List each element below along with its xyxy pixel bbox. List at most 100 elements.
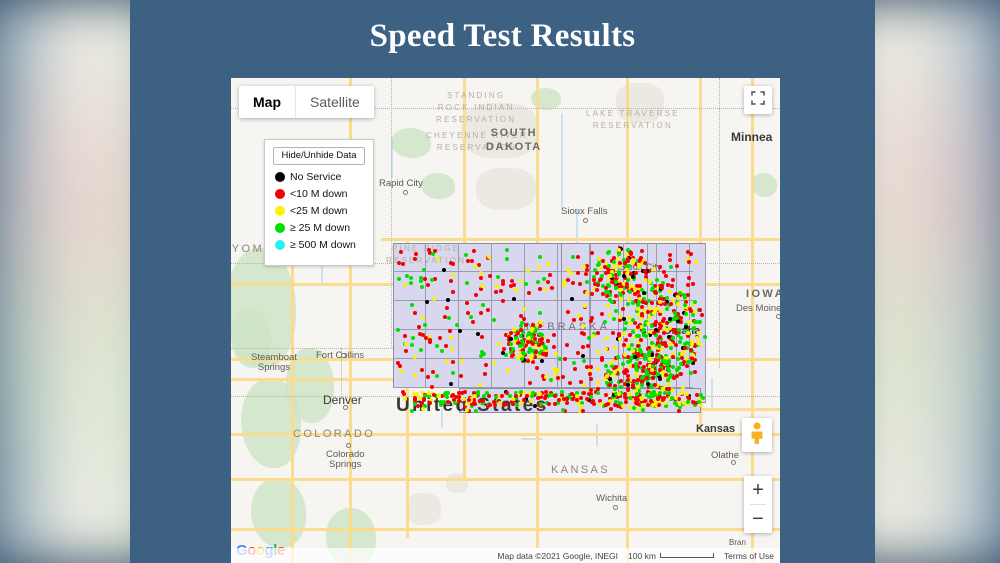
speed-test-point[interactable] — [420, 315, 425, 320]
speed-test-point[interactable] — [582, 304, 587, 309]
speed-test-point[interactable] — [594, 287, 599, 292]
speed-test-point[interactable] — [637, 258, 642, 263]
speed-test-point[interactable] — [640, 300, 645, 305]
speed-test-point[interactable] — [539, 341, 544, 346]
speed-test-point[interactable] — [685, 293, 690, 298]
speed-test-point[interactable] — [667, 257, 672, 262]
speed-test-point[interactable] — [580, 323, 585, 328]
speed-test-point[interactable] — [590, 333, 595, 338]
speed-test-point[interactable] — [463, 252, 468, 257]
speed-test-point[interactable] — [570, 396, 575, 401]
speed-test-point[interactable] — [589, 399, 594, 404]
speed-test-point[interactable] — [581, 332, 586, 337]
speed-test-point[interactable] — [430, 369, 435, 374]
speed-test-point[interactable] — [413, 256, 418, 261]
speed-test-point[interactable] — [660, 341, 665, 346]
speed-test-point[interactable] — [524, 322, 529, 327]
legend-item[interactable]: <25 M down — [275, 205, 365, 217]
speed-test-point[interactable] — [530, 390, 535, 395]
speed-test-point[interactable] — [666, 381, 671, 386]
speed-test-point[interactable] — [662, 326, 667, 331]
legend-panel[interactable]: Hide/Unhide Data No Service <10 M down <25… — [264, 139, 374, 266]
speed-test-point[interactable] — [616, 252, 621, 257]
speed-test-point[interactable] — [613, 286, 618, 291]
speed-test-point[interactable] — [455, 322, 460, 327]
speed-test-point[interactable] — [504, 256, 509, 261]
speed-test-point[interactable] — [553, 371, 558, 376]
speed-test-point[interactable] — [562, 356, 567, 361]
speed-test-point[interactable] — [402, 333, 407, 338]
speed-test-point[interactable] — [631, 274, 636, 279]
speed-test-point[interactable] — [699, 312, 704, 317]
speed-test-point[interactable] — [616, 391, 621, 396]
speed-test-point[interactable] — [471, 401, 476, 406]
speed-test-point[interactable] — [667, 326, 672, 331]
terms-of-use-link[interactable]: Terms of Use — [724, 551, 774, 561]
speed-test-point[interactable] — [589, 251, 594, 255]
fullscreen-button[interactable] — [744, 86, 772, 114]
speed-test-point[interactable] — [652, 322, 657, 327]
speed-test-point[interactable] — [508, 341, 513, 346]
speed-test-point[interactable] — [690, 312, 695, 317]
speed-test-point[interactable] — [670, 355, 675, 360]
speed-test-point[interactable] — [700, 395, 705, 400]
speed-test-point[interactable] — [679, 335, 684, 340]
speed-test-point[interactable] — [642, 322, 647, 327]
speed-test-point[interactable] — [404, 274, 409, 279]
speed-test-point[interactable] — [692, 299, 697, 304]
speed-test-point[interactable] — [606, 264, 611, 269]
speed-test-point[interactable] — [512, 327, 517, 332]
speed-test-point[interactable] — [592, 268, 597, 273]
speed-test-point[interactable] — [583, 271, 588, 276]
speed-test-point[interactable] — [658, 376, 663, 381]
speed-test-point[interactable] — [668, 301, 673, 306]
speed-test-point[interactable] — [435, 257, 440, 262]
speed-test-point[interactable] — [457, 398, 462, 403]
speed-test-point[interactable] — [624, 285, 629, 290]
speed-test-point[interactable] — [652, 383, 657, 388]
speed-test-point[interactable] — [526, 336, 531, 341]
speed-test-point[interactable] — [682, 345, 687, 350]
speed-test-point[interactable] — [534, 323, 539, 328]
speed-test-point[interactable] — [665, 366, 670, 371]
speed-test-point[interactable] — [586, 335, 591, 340]
speed-test-point[interactable] — [625, 382, 630, 387]
speed-test-point[interactable] — [624, 368, 629, 373]
speed-test-point[interactable] — [534, 365, 539, 370]
speed-test-point[interactable] — [641, 364, 646, 369]
speed-test-point[interactable] — [415, 391, 420, 396]
speed-test-point[interactable] — [526, 268, 531, 273]
speed-test-point[interactable] — [482, 371, 487, 376]
speed-test-point[interactable] — [491, 318, 496, 323]
speed-test-point[interactable] — [695, 340, 700, 345]
speed-test-point[interactable] — [688, 370, 693, 375]
speed-test-point[interactable] — [636, 264, 641, 269]
speed-test-point[interactable] — [626, 247, 631, 252]
speed-test-point[interactable] — [417, 324, 422, 329]
speed-test-point[interactable] — [469, 314, 474, 319]
speed-test-point[interactable] — [604, 373, 609, 378]
speed-test-point[interactable] — [585, 343, 590, 348]
legend-item[interactable]: No Service — [275, 171, 365, 183]
speed-test-point[interactable] — [526, 339, 530, 344]
map-type-map[interactable]: Map — [239, 86, 295, 118]
speed-test-point[interactable] — [669, 395, 674, 400]
speed-test-point[interactable] — [652, 330, 657, 335]
speed-test-point[interactable] — [664, 307, 669, 312]
speed-test-point[interactable] — [690, 341, 695, 346]
speed-test-point[interactable] — [451, 370, 456, 375]
speed-test-point[interactable] — [459, 358, 464, 363]
speed-test-point[interactable] — [533, 350, 538, 355]
speed-test-point[interactable] — [429, 277, 434, 282]
speed-test-point[interactable] — [588, 318, 593, 323]
speed-test-point[interactable] — [636, 300, 641, 305]
speed-test-point[interactable] — [595, 330, 600, 335]
speed-test-point[interactable] — [580, 353, 585, 358]
speed-test-point[interactable] — [668, 373, 673, 378]
speed-test-point[interactable] — [576, 254, 581, 259]
map-type-control[interactable]: Map Satellite — [239, 86, 374, 118]
speed-test-point[interactable] — [555, 367, 560, 372]
speed-test-point[interactable] — [595, 381, 600, 386]
speed-test-point[interactable] — [569, 392, 574, 397]
speed-test-point[interactable] — [561, 282, 566, 287]
